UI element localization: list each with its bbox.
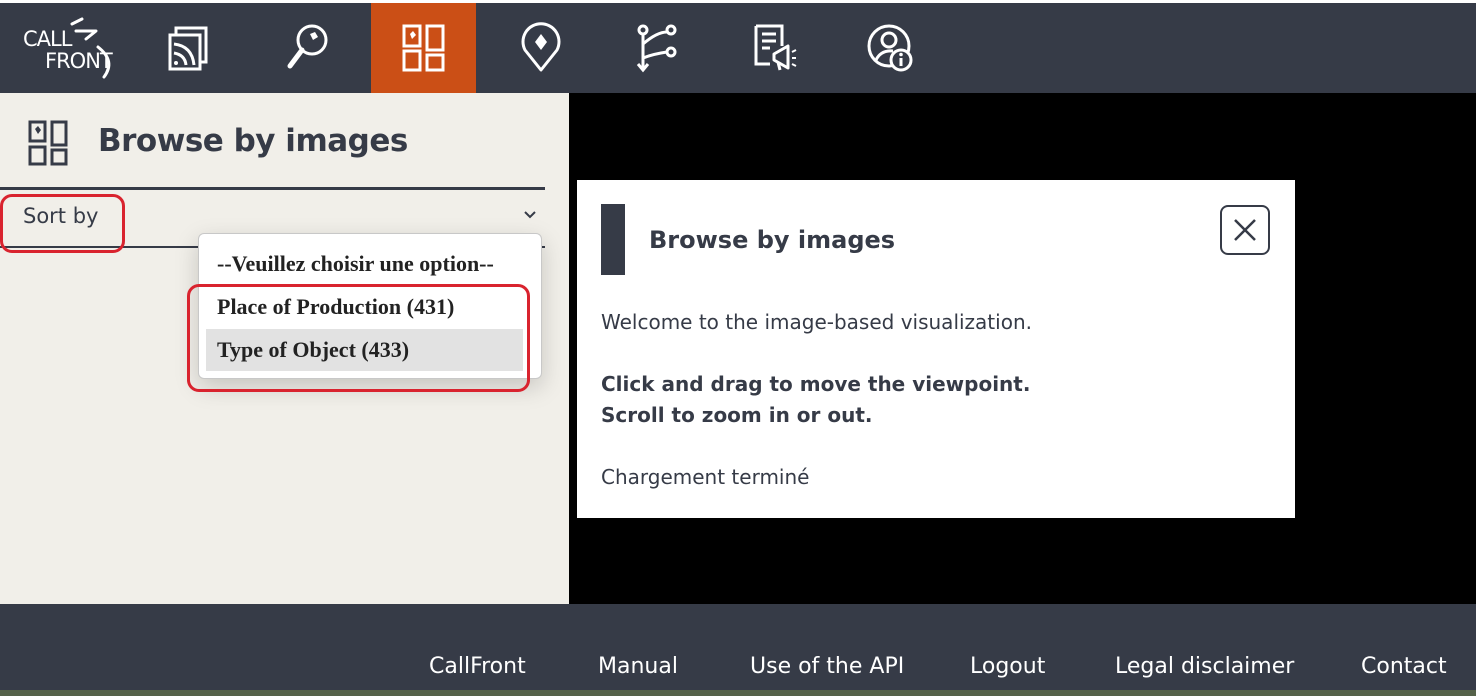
browse-images-icon bbox=[402, 24, 444, 72]
nav-browse-images[interactable] bbox=[371, 3, 476, 93]
nav-account-info[interactable] bbox=[838, 3, 943, 93]
panel-title: Browse by images bbox=[98, 123, 408, 159]
logo-text-line2: FRONT bbox=[45, 49, 113, 73]
announcements-icon bbox=[754, 24, 796, 71]
footer-link-callfront[interactable]: CallFront bbox=[429, 654, 526, 679]
chevron-down-icon bbox=[524, 211, 536, 219]
dialog-instruction-zoom: Scroll to zoom in or out. bbox=[601, 403, 873, 427]
footer-link-contact[interactable]: Contact bbox=[1361, 654, 1447, 679]
sort-by-label: Sort by bbox=[23, 204, 99, 228]
browse-images-icon bbox=[28, 120, 68, 166]
nav-network[interactable] bbox=[604, 3, 709, 93]
footer-link-legal[interactable]: Legal disclaimer bbox=[1115, 654, 1294, 679]
close-icon bbox=[1234, 219, 1256, 241]
callfront-logo[interactable]: CALL FRONT bbox=[20, 17, 120, 83]
nav-announcements[interactable] bbox=[721, 3, 826, 93]
dialog-title: Browse by images bbox=[649, 226, 896, 254]
map-pin-icon bbox=[521, 22, 560, 72]
footer: CallFront Manual Use of the API Logout L… bbox=[0, 604, 1476, 696]
background-strip bbox=[0, 690, 1476, 696]
close-button[interactable] bbox=[1220, 205, 1270, 255]
dialog-accent-bar bbox=[601, 204, 625, 275]
network-icon bbox=[636, 24, 676, 73]
dialog-instruction-drag: Click and drag to move the viewpoint. bbox=[601, 372, 1031, 396]
dialog-intro-text: Welcome to the image-based visualization… bbox=[601, 310, 1032, 334]
gallery-icon bbox=[168, 26, 207, 71]
dropdown-option-placeholder[interactable]: --Veuillez choisir une option-- bbox=[206, 243, 523, 285]
footer-link-logout[interactable]: Logout bbox=[970, 654, 1045, 679]
nav-map[interactable] bbox=[488, 3, 593, 93]
footer-link-manual[interactable]: Manual bbox=[598, 654, 678, 679]
welcome-dialog: Browse by images Welcome to the image-ba… bbox=[577, 180, 1295, 518]
dropdown-option-type-of-object[interactable]: Type of Object (433) bbox=[206, 329, 523, 371]
nav-search[interactable] bbox=[255, 3, 360, 93]
loading-status-text: Chargement terminé bbox=[601, 465, 810, 489]
search-icon bbox=[287, 24, 327, 69]
top-nav-bar: CALL FRONT bbox=[0, 0, 1476, 93]
footer-link-api[interactable]: Use of the API bbox=[750, 654, 904, 679]
dropdown-option-place-of-production[interactable]: Place of Production (431) bbox=[206, 286, 523, 328]
logo-text-line1: CALL bbox=[23, 27, 72, 51]
nav-gallery[interactable] bbox=[137, 3, 242, 93]
account-info-icon bbox=[867, 24, 912, 72]
sort-by-dropdown: --Veuillez choisir une option-- Place of… bbox=[198, 233, 542, 379]
